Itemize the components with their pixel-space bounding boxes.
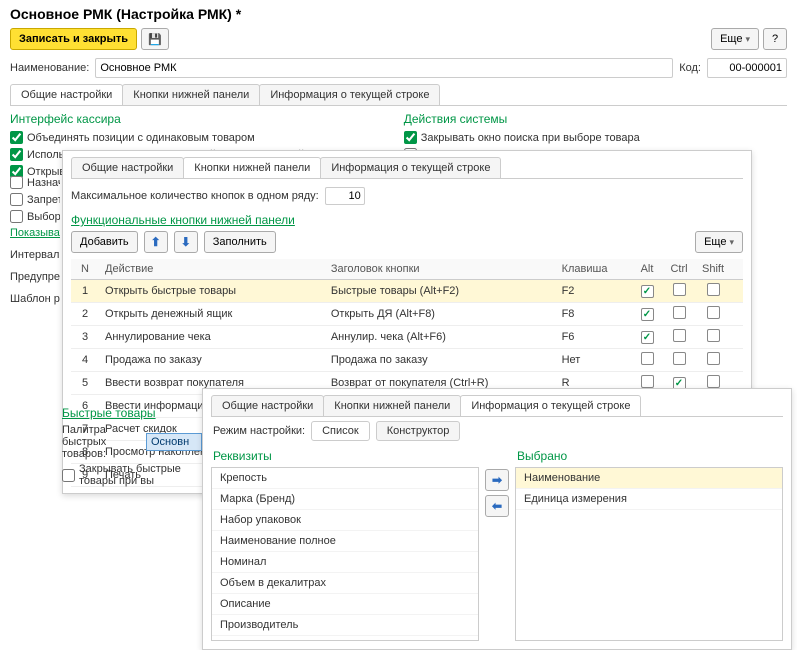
requisites-title: Реквизиты — [211, 445, 479, 467]
p2-tab-rowinfo[interactable]: Информация о текущей строке — [320, 157, 501, 178]
requisites-list[interactable]: КрепостьМарка (Бренд)Набор упаковокНаиме… — [211, 467, 479, 641]
save-button[interactable]: 💾 — [141, 28, 169, 50]
move-up-button[interactable]: ⬆ — [144, 231, 168, 253]
move-right-button[interactable]: ➡ — [485, 469, 509, 491]
check-combine[interactable]: Объединять позиции с одинаковым товаром — [10, 130, 344, 145]
p2-tab-bottom[interactable]: Кнопки нижней панели — [183, 157, 321, 178]
palette-label: Палитра быстрых товаров: — [62, 424, 140, 460]
list-item[interactable]: Производитель — [212, 615, 478, 636]
arrow-down-icon: ⬇ — [181, 235, 191, 249]
table-row[interactable]: 1Открыть быстрые товарыБыстрые товары (A… — [71, 280, 743, 303]
list-item[interactable]: Номинал — [212, 552, 478, 573]
table-row[interactable]: 2Открыть денежный ящикОткрыть ДЯ (Alt+F8… — [71, 303, 743, 326]
close-fast-check[interactable]: Закрывать быстрые товары при вы — [62, 462, 202, 488]
system-actions-title: Действия системы — [404, 106, 702, 128]
p3-tab-rowinfo[interactable]: Информация о текущей строке — [460, 395, 641, 416]
code-label: Код: — [679, 62, 701, 74]
help-button[interactable]: ? — [763, 28, 787, 50]
list-item[interactable]: Крепость — [212, 468, 478, 489]
selected-title: Выбрано — [515, 445, 783, 467]
fill-button[interactable]: Заполнить — [204, 231, 276, 253]
list-item[interactable]: Объем в декалитрах — [212, 573, 478, 594]
func-buttons-title[interactable]: Функциональные кнопки нижней панели — [71, 207, 743, 229]
move-down-button[interactable]: ⬇ — [174, 231, 198, 253]
list-item[interactable]: Производитель (импортер) алкогольной про… — [212, 636, 478, 641]
mode-list[interactable]: Список — [311, 421, 370, 441]
p2-tab-general[interactable]: Общие настройки — [71, 157, 184, 178]
list-item[interactable]: Набор упаковок — [212, 510, 478, 531]
arrow-right-icon: ➡ — [492, 473, 502, 487]
arrow-up-icon: ⬆ — [151, 235, 161, 249]
save-close-button[interactable]: Записать и закрыть — [10, 28, 137, 50]
move-left-button[interactable]: ⬅ — [485, 495, 509, 517]
hidden-checks-fragment: Назначат Запретит Выбор уп Показыват Инт… — [10, 174, 60, 307]
list-item[interactable]: Описание — [212, 594, 478, 615]
list-item[interactable]: Наименование — [516, 468, 782, 489]
save-icon: 💾 — [148, 33, 162, 46]
main-tabs: Общие настройки Кнопки нижней панели Инф… — [10, 84, 787, 106]
fast-goods-title[interactable]: Быстрые товары — [62, 400, 202, 422]
name-label: Наименование: — [10, 62, 89, 74]
p2-more-button[interactable]: Еще▾ — [695, 231, 743, 253]
max-buttons-input[interactable] — [325, 187, 365, 205]
check-close-search[interactable]: Закрывать окно поиска при выборе товара — [404, 130, 702, 145]
name-input[interactable] — [95, 58, 673, 78]
mode-label: Режим настройки: — [213, 425, 305, 437]
more-button[interactable]: Еще▾ — [711, 28, 759, 50]
p3-tab-bottom[interactable]: Кнопки нижней панели — [323, 395, 461, 416]
selected-list[interactable]: НаименованиеЕдиница измерения — [515, 467, 783, 641]
mode-constructor[interactable]: Конструктор — [376, 421, 461, 441]
list-item[interactable]: Наименование полное — [212, 531, 478, 552]
table-row[interactable]: 4Продажа по заказуПродажа по заказуНет — [71, 349, 743, 372]
table-row[interactable]: 3Аннулирование чекаАннулир. чека (Alt+F6… — [71, 326, 743, 349]
tab-general[interactable]: Общие настройки — [10, 84, 123, 105]
code-input[interactable] — [707, 58, 787, 78]
cashier-ui-title: Интерфейс кассира — [10, 106, 344, 128]
list-item[interactable]: Марка (Бренд) — [212, 489, 478, 510]
add-button[interactable]: Добавить — [71, 231, 138, 253]
tab-bottom-buttons[interactable]: Кнопки нижней панели — [122, 84, 260, 105]
palette-input[interactable] — [146, 433, 202, 451]
page-title: Основное РМК (Настройка РМК) * — [10, 6, 241, 22]
tab-row-info[interactable]: Информация о текущей строке — [259, 84, 440, 105]
list-item[interactable]: Единица измерения — [516, 489, 782, 510]
arrow-left-icon: ⬅ — [492, 499, 502, 513]
max-buttons-label: Максимальное количество кнопок в одном р… — [71, 190, 319, 202]
p3-tab-general[interactable]: Общие настройки — [211, 395, 324, 416]
